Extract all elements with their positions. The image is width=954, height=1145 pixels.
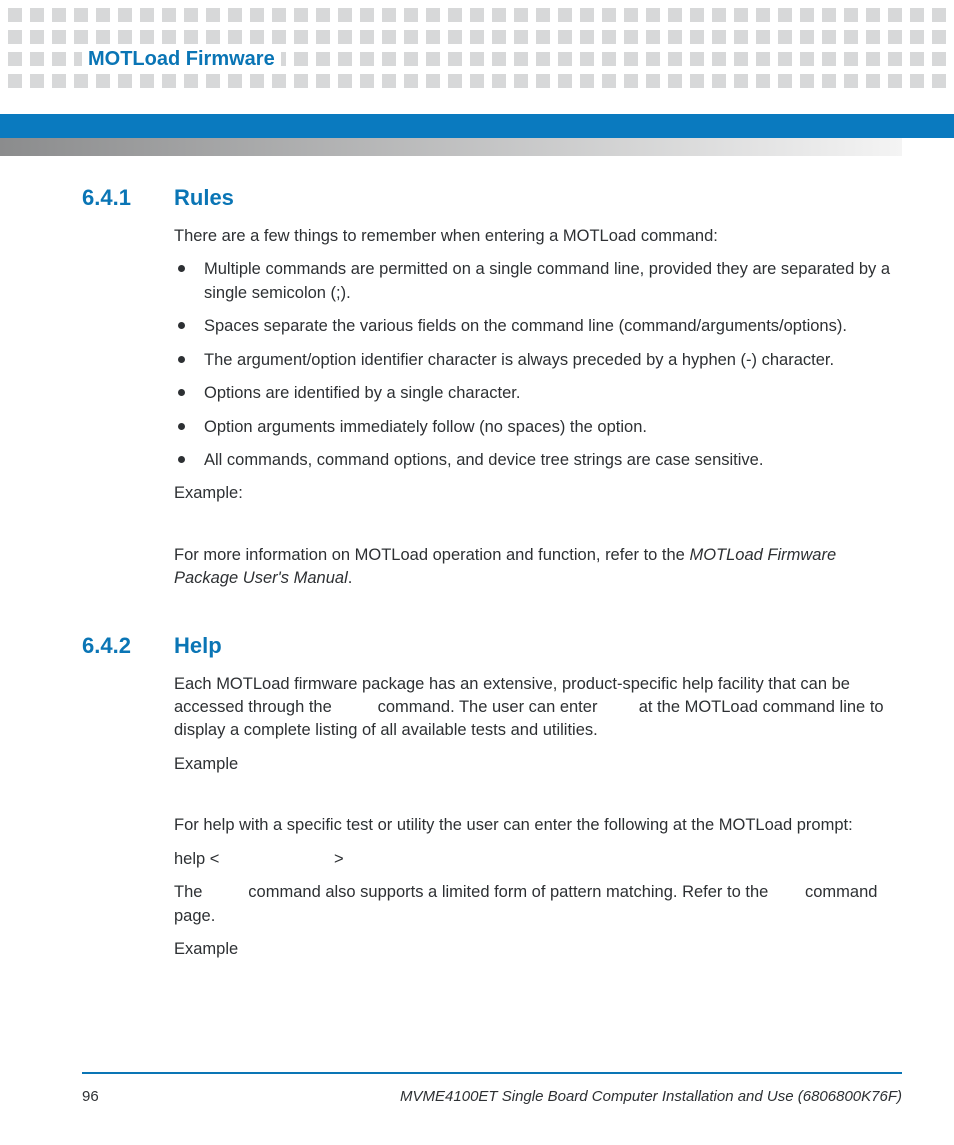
list-item: Options are identified by a single chara… [174, 382, 902, 405]
more-info-text: For more information on MOTLoad operatio… [174, 544, 902, 591]
page-number: 96 [82, 1088, 99, 1105]
section-title: Help [174, 633, 222, 659]
list-item: Multiple commands are permitted on a sin… [174, 258, 902, 305]
list-item: The argument/option identifier character… [174, 349, 902, 372]
document-title: MVME4100ET Single Board Computer Install… [400, 1088, 902, 1105]
footer: 96 MVME4100ET Single Board Computer Inst… [82, 1072, 902, 1105]
footer-rule [82, 1072, 902, 1074]
intro-text: There are a few things to remember when … [174, 225, 902, 248]
help-intro: Each MOTLoad firmware package has an ext… [174, 673, 902, 743]
section-heading-help: 6.4.2 Help [82, 633, 902, 659]
example-label: Example: [174, 482, 902, 505]
section-body-help: Each MOTLoad firmware package has an ext… [174, 673, 902, 962]
header-pattern [8, 8, 946, 86]
content-area: 6.4.1 Rules There are a few things to re… [82, 185, 902, 1049]
header-gradient-bar [0, 138, 902, 156]
list-item: Spaces separate the various fields on th… [174, 315, 902, 338]
section-number: 6.4.2 [82, 633, 146, 659]
section-title: Rules [174, 185, 234, 211]
example-label: Example [174, 753, 902, 776]
list-item: All commands, command options, and devic… [174, 449, 902, 472]
list-item: Option arguments immediately follow (no … [174, 416, 902, 439]
section-heading-rules: 6.4.1 Rules [82, 185, 902, 211]
section-body-rules: There are a few things to remember when … [174, 225, 902, 591]
rules-list: Multiple commands are permitted on a sin… [174, 258, 902, 472]
header-title: MOTLoad Firmware [82, 48, 281, 71]
section-number: 6.4.1 [82, 185, 146, 211]
help-command-line: help < > [174, 848, 902, 871]
header-blue-bar [0, 114, 954, 138]
help-pattern-text: The command also supports a limited form… [174, 881, 902, 928]
example-label: Example [174, 938, 902, 961]
help-prompt-text: For help with a specific test or utility… [174, 814, 902, 837]
